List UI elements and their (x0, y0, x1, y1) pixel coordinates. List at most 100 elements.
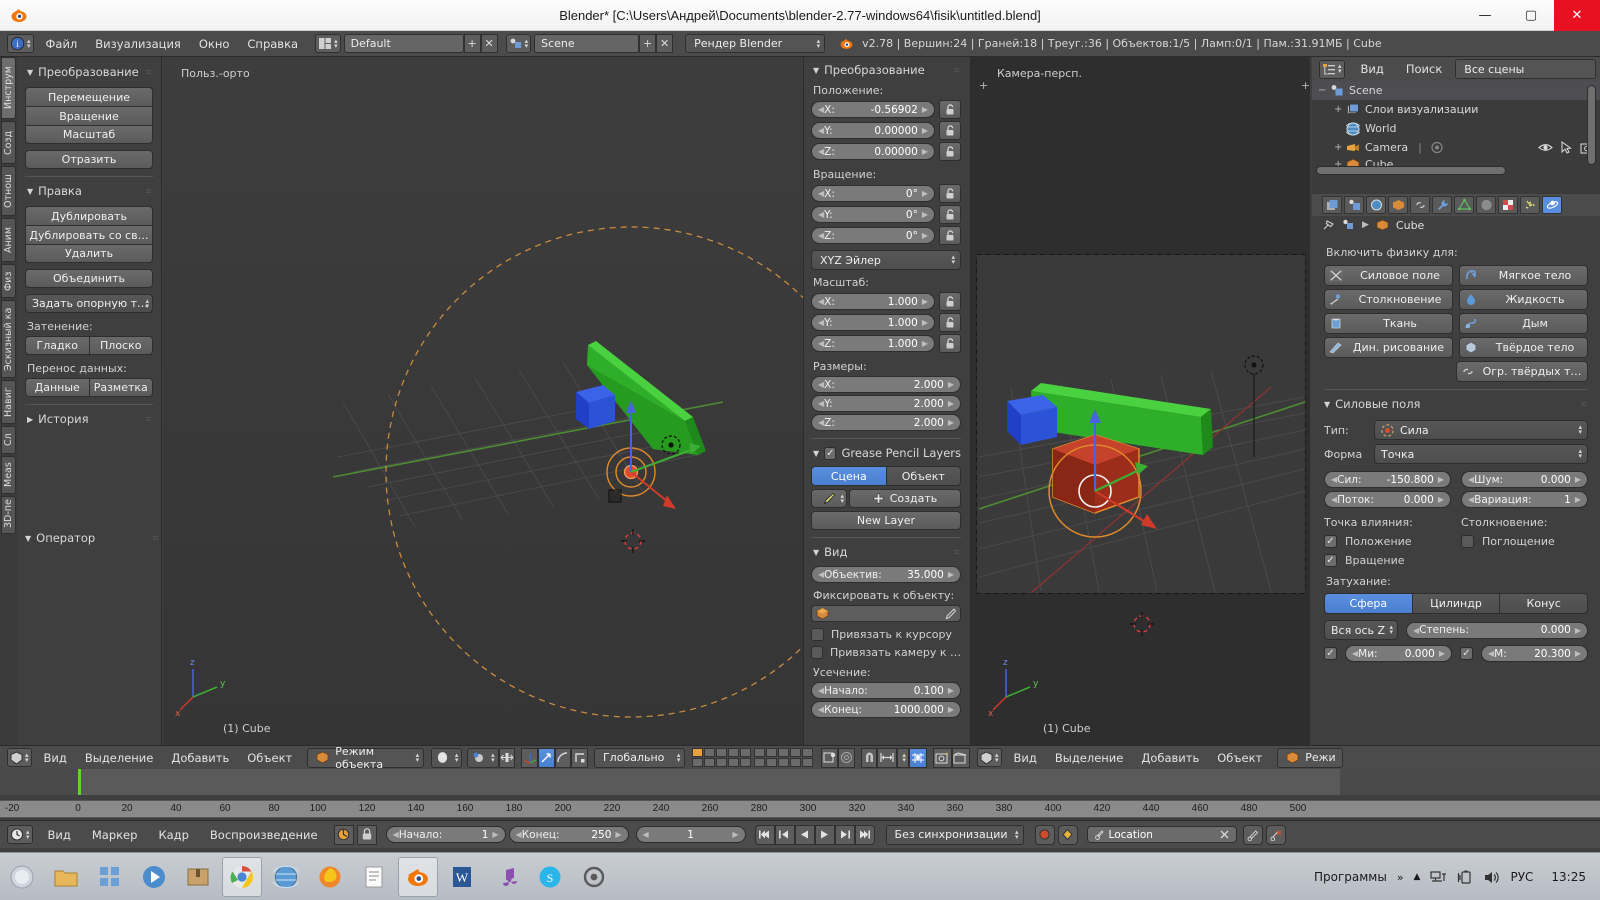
insert-keyframe-button[interactable] (1242, 824, 1263, 845)
expand-toggle-icon[interactable]: + (1334, 104, 1346, 115)
panel-header-transform[interactable]: ▼ Преобразование ⁙ (27, 65, 153, 79)
panel-header-view[interactable]: ▼ Вид ⁙ (813, 545, 961, 559)
lock-location-z-button[interactable] (939, 142, 961, 161)
toolshelf-tab-measure[interactable]: Meas (1, 456, 16, 494)
scale-x-field[interactable]: ◀ X: 1.000 ▶ (811, 293, 935, 310)
location-y-field[interactable]: ◀ Y: 0.00000 ▶ (811, 122, 935, 139)
play-button[interactable] (814, 824, 835, 845)
use-preview-range-button[interactable] (333, 824, 354, 845)
force-type-dropdown[interactable]: Сила ▴ ▾ (1374, 420, 1588, 440)
physics-button-collision[interactable]: Столкновение (1324, 289, 1453, 310)
outliner-row-scene[interactable]: − Scene (1312, 81, 1600, 100)
viewport-menu-add[interactable]: Добавить (162, 748, 238, 768)
properties-tab-modifiers[interactable] (1432, 196, 1452, 214)
screen-layout-icon-button[interactable]: ▴ ▾ (315, 34, 341, 53)
panel-header-history[interactable]: ▶ История ⁙ (27, 412, 153, 426)
properties-tab-particles[interactable] (1520, 196, 1540, 214)
tool-button-duplicate[interactable]: Дублировать (25, 206, 153, 225)
transform-orientation-dropdown[interactable]: Глобально ▴ ▾ (593, 747, 686, 768)
battery-icon[interactable] (1457, 870, 1473, 885)
layer-block-1[interactable] (692, 748, 752, 767)
rotation-x-field[interactable]: ◀ X: 0° ▶ (811, 185, 935, 202)
close-icon[interactable] (1219, 829, 1230, 840)
force-noise-field[interactable]: ◀ Шум: 0.000 ▶ (1461, 471, 1588, 488)
delete-screen-layout-button[interactable]: ✕ (480, 34, 498, 53)
view-lock-object-field[interactable] (811, 605, 961, 622)
affect-location-row[interactable]: ✓ Положение (1324, 535, 1451, 548)
scale-z-field[interactable]: ◀ Z: 1.000 ▶ (811, 335, 935, 352)
falloff-tab-cone[interactable]: Конус (1499, 593, 1589, 614)
tool-button-shade-smooth[interactable]: Гладко (25, 336, 89, 355)
tool-button-duplicate-linked[interactable]: Дублировать со св… (25, 225, 153, 244)
outliner-row-world[interactable]: World (1312, 119, 1600, 138)
timeline-menu-frame[interactable]: Кадр (149, 825, 197, 845)
lock-rotation-x-button[interactable] (939, 184, 961, 203)
gp-brush-selector[interactable]: ▴ ▾ (811, 489, 847, 508)
lock-time-cursor-button[interactable] (356, 824, 377, 845)
timeline-playhead[interactable] (78, 769, 81, 795)
taskbar-item-media[interactable] (134, 857, 174, 897)
increment-arrow-icon[interactable]: ▶ (732, 830, 738, 839)
tool-button-scale[interactable]: Масштаб (25, 125, 153, 144)
falloff-max-checkbox[interactable]: ✓ (1460, 647, 1473, 660)
rotation-y-field[interactable]: ◀ Y: 0° ▶ (811, 206, 935, 223)
increment-arrow-icon[interactable]: ▶ (492, 830, 498, 839)
physics-button-cloth[interactable]: Ткань (1324, 313, 1453, 334)
affect-rotation-checkbox[interactable]: ✓ (1324, 554, 1337, 567)
outliner-row-camera[interactable]: + Camera | (1312, 138, 1600, 157)
falloff-z-axis-dropdown[interactable]: Вся ось Z ▴ ▾ (1324, 620, 1398, 640)
force-shape-dropdown[interactable]: Точка ▴ ▾ (1374, 444, 1588, 464)
falloff-min-field[interactable]: ◀ Ми: 0.000 ▶ (1345, 645, 1452, 662)
gp-tab-object[interactable]: Объект (885, 466, 961, 486)
tool-button-translate[interactable]: Перемещение (25, 87, 153, 106)
tool-button-mirror[interactable]: Отразить (25, 150, 153, 169)
dimension-y-field[interactable]: ◀ Y: 2.000 ▶ (811, 395, 961, 412)
lock-cursor-checkbox[interactable] (811, 628, 824, 641)
view-lock-camera-row[interactable]: Привязать камеру к … (811, 646, 961, 659)
location-z-field[interactable]: ◀ Z: 0.00000 ▶ (811, 143, 935, 160)
clip-end-field[interactable]: ◀ Конец: 1000.000 ▶ (811, 701, 961, 718)
viewport-3d-camera-persp[interactable]: z y x + + Камера-персп. (1) Cube (970, 57, 1310, 745)
collapse-toggle-icon[interactable]: − (1318, 85, 1330, 96)
falloff-tab-sphere[interactable]: Сфера (1324, 593, 1412, 614)
properties-tab-render-layers[interactable] (1322, 196, 1342, 214)
clip-start-field[interactable]: ◀ Начало: 0.100 ▶ (811, 682, 961, 699)
toolshelf-tab-tools[interactable]: Инструм (1, 57, 16, 119)
properties-tab-physics[interactable] (1542, 196, 1562, 214)
timeline-menu-view[interactable]: Вид (39, 825, 80, 845)
viewport-menu-select[interactable]: Выделение (76, 748, 163, 768)
timeline-menu-playback[interactable]: Воспроизведение (201, 825, 327, 845)
decrement-arrow-icon[interactable]: ◀ (643, 830, 649, 839)
lock-scale-x-button[interactable] (939, 292, 961, 311)
sync-mode-dropdown[interactable]: Без синхронизации ▴ ▾ (885, 824, 1024, 845)
lock-rotation-y-button[interactable] (939, 205, 961, 224)
increment-arrow-icon[interactable]: ▶ (948, 418, 954, 427)
outliner-menu-view[interactable]: Вид (1352, 59, 1393, 79)
expand-toggle-icon[interactable]: + (1334, 142, 1346, 153)
taskbar-item-firefox[interactable] (310, 857, 350, 897)
properties-tab-world[interactable] (1366, 196, 1386, 214)
increment-arrow-icon[interactable]: ▶ (922, 210, 928, 219)
outliner-menu-search[interactable]: Поиск (1397, 59, 1451, 79)
manipulator-rotate-button[interactable] (554, 747, 572, 768)
auto-keyframe-button[interactable] (1034, 824, 1055, 845)
location-x-field[interactable]: ◀ X: -0.56902 ▶ (811, 101, 935, 118)
editor-type-selector-3dview[interactable]: ▴ ▾ (7, 748, 32, 767)
eyedropper-icon[interactable] (944, 608, 956, 620)
eye-icon[interactable] (1538, 142, 1553, 153)
add-screen-layout-button[interactable]: + (463, 34, 481, 53)
panel-header-force-fields[interactable]: ▼ Силовые поля ⁙ (1324, 397, 1588, 411)
delete-scene-button[interactable]: ✕ (656, 34, 674, 53)
manipulator-scale-button[interactable] (571, 747, 588, 768)
gp-tab-scene[interactable]: Сцена (811, 466, 886, 486)
force-seed-field[interactable]: ◀ Вариация: 1 ▶ (1461, 491, 1588, 508)
force-strength-field[interactable]: ◀ Сил: -150.800 ▶ (1324, 471, 1451, 488)
volume-icon[interactable] (1483, 870, 1500, 885)
increment-arrow-icon[interactable]: ▶ (948, 570, 954, 579)
toolshelf-tab-navigation[interactable]: Навиг (1, 380, 16, 424)
physics-button-force-field[interactable]: Силовое поле (1324, 265, 1453, 286)
tool-button-join[interactable]: Объединить (25, 269, 153, 288)
editor-type-selector-outliner[interactable]: ▴ ▾ (1319, 59, 1345, 79)
tool-button-rotate[interactable]: Вращение (25, 106, 153, 125)
gp-new-layer-button[interactable]: New Layer (811, 511, 961, 530)
